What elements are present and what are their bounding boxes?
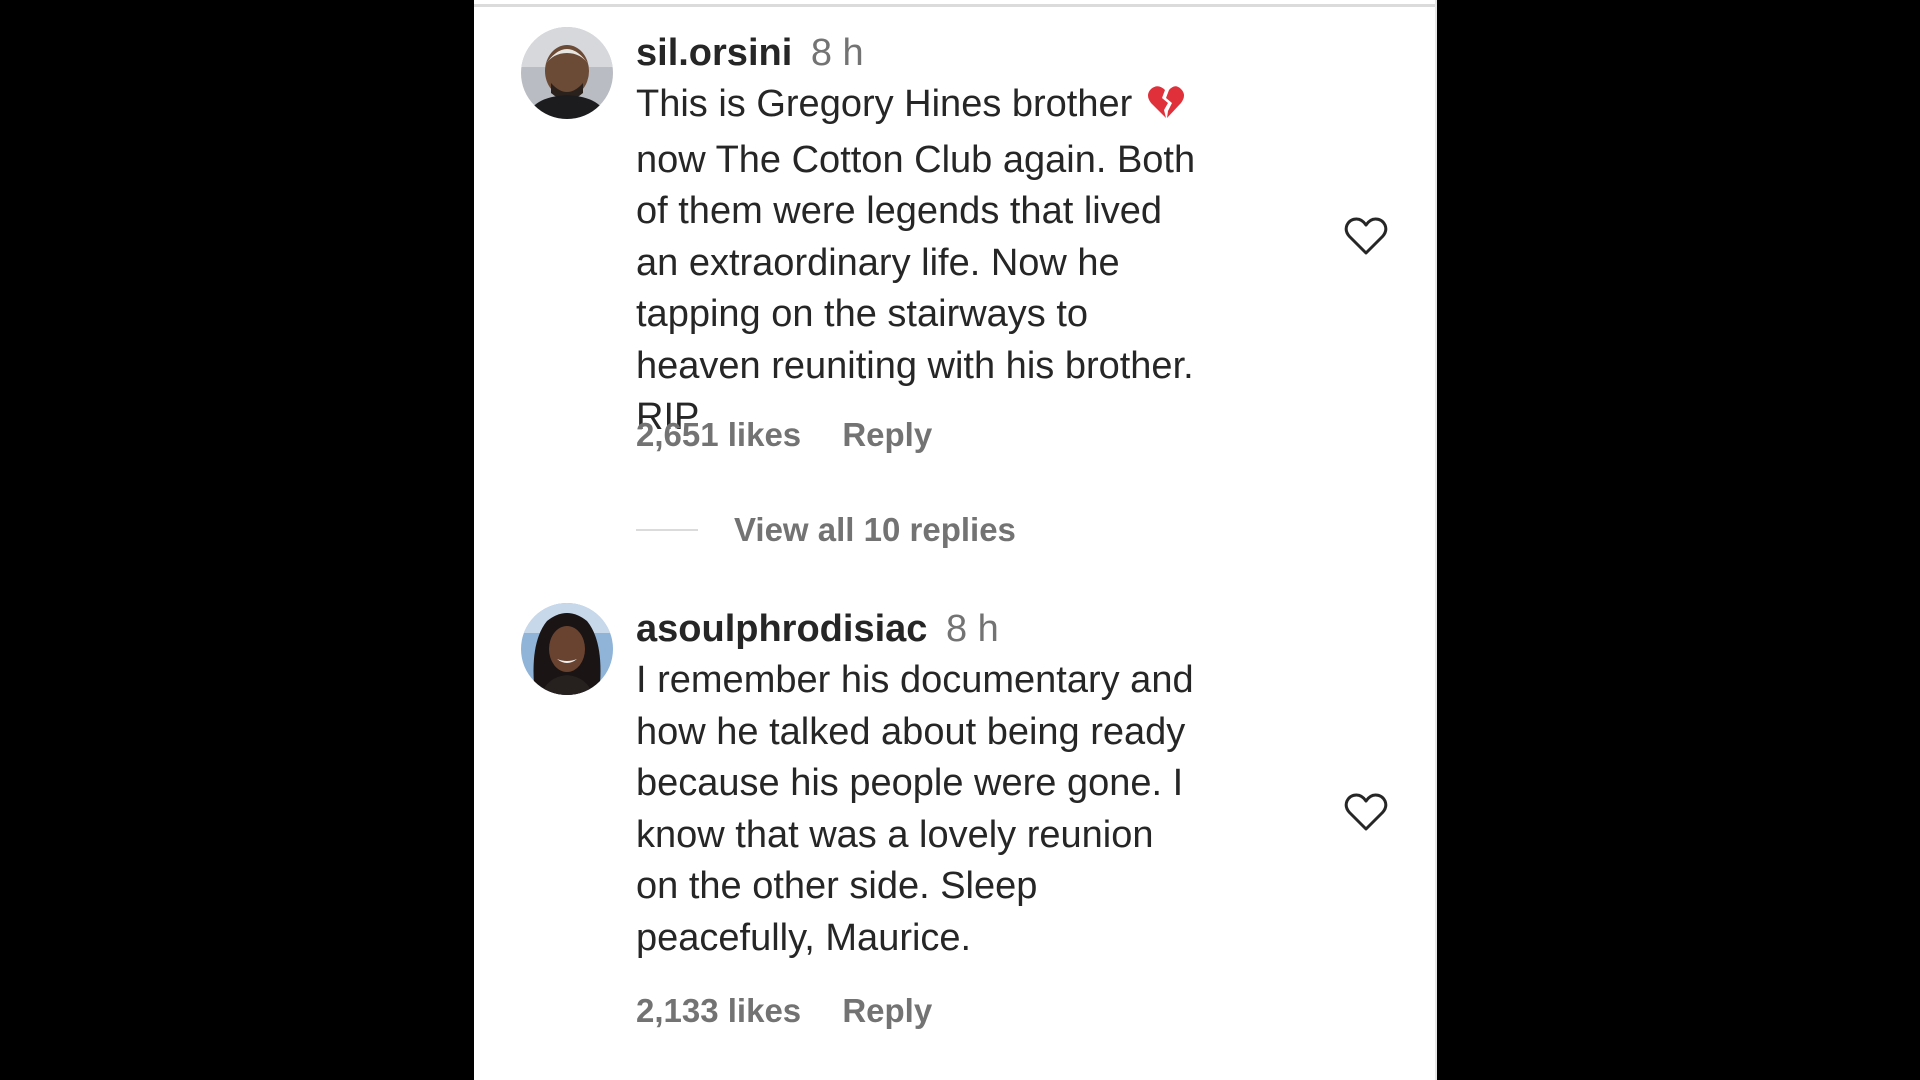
- view-replies-button[interactable]: View all 10 replies: [636, 510, 1016, 550]
- replies-divider: [636, 529, 698, 531]
- like-heart-icon[interactable]: [1344, 216, 1388, 256]
- comments-panel: sil.orsini 8 h This is Gregory Hines bro…: [474, 0, 1437, 1080]
- view-replies-label: View all 10 replies: [734, 511, 1016, 548]
- comment-header: asoulphrodisiac 8 h: [636, 603, 1196, 655]
- reply-button[interactable]: Reply: [842, 992, 932, 1029]
- comment-meta: 2,651 likes Reply: [636, 416, 932, 454]
- like-heart-icon[interactable]: [1344, 792, 1388, 832]
- broken-heart-emoji: [1147, 83, 1185, 135]
- comment-body: sil.orsini 8 h This is Gregory Hines bro…: [636, 27, 1196, 444]
- comment-header: sil.orsini 8 h: [636, 27, 1196, 79]
- username[interactable]: asoulphrodisiac: [636, 608, 927, 650]
- right-border: [1435, 0, 1437, 1080]
- comment-meta: 2,133 likes Reply: [636, 992, 932, 1030]
- comment-text: I remember his documentary and how he ta…: [636, 659, 1194, 959]
- likes-count[interactable]: 2,651 likes: [636, 416, 801, 453]
- timestamp[interactable]: 8 h: [811, 32, 864, 74]
- avatar[interactable]: [521, 603, 613, 695]
- top-divider: [474, 4, 1437, 7]
- screenshot-stage: sil.orsini 8 h This is Gregory Hines bro…: [0, 0, 1920, 1080]
- likes-count[interactable]: 2,133 likes: [636, 992, 801, 1029]
- comment-text-part: now The Cotton Club again. Both of them …: [636, 138, 1196, 439]
- timestamp[interactable]: 8 h: [946, 608, 999, 650]
- username[interactable]: sil.orsini: [636, 32, 792, 74]
- avatar[interactable]: [521, 27, 613, 119]
- comment-text-part: This is Gregory Hines brother: [636, 83, 1133, 125]
- comment-text: This is Gregory Hines brother now The Co…: [636, 79, 1196, 444]
- reply-button[interactable]: Reply: [842, 416, 932, 453]
- comment-body: asoulphrodisiac 8 h I remember his docum…: [636, 603, 1196, 964]
